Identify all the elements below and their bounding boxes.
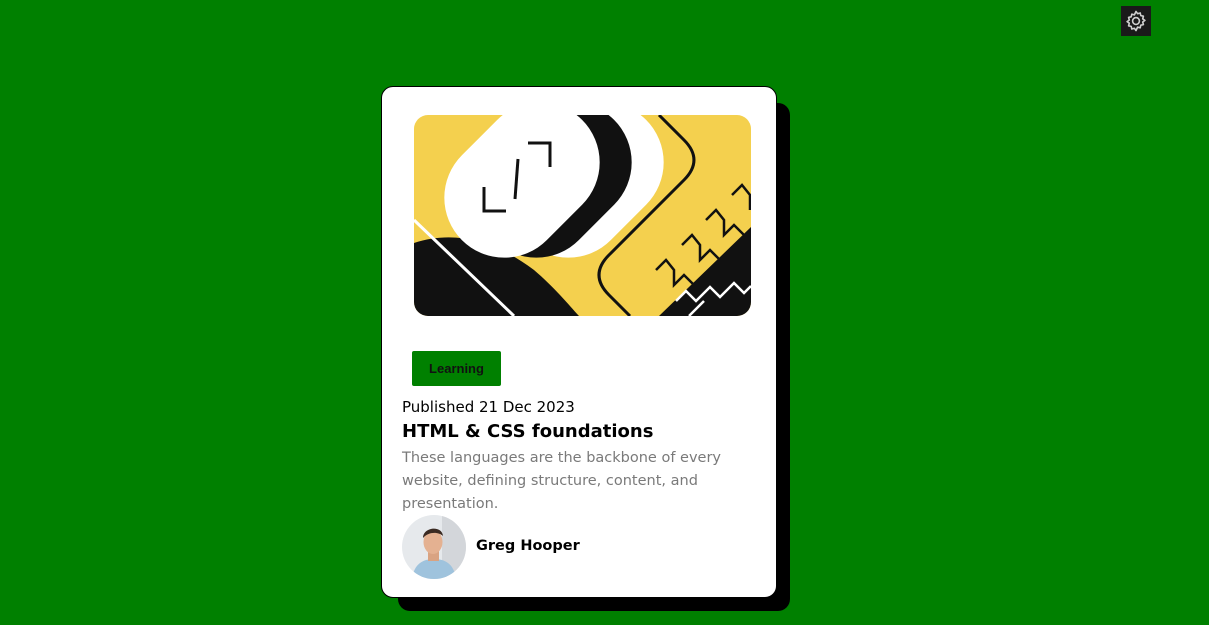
category-tag: Learning <box>412 351 501 386</box>
hero-illustration <box>414 115 751 316</box>
avatar <box>402 515 466 579</box>
settings-button[interactable] <box>1121 6 1151 36</box>
card-title[interactable]: HTML & CSS foundations <box>402 421 653 442</box>
blog-preview-card: Learning Published 21 Dec 2023 HTML & CS… <box>381 86 777 598</box>
card-description: These languages are the backbone of ever… <box>402 450 721 512</box>
author-name: Greg Hooper <box>476 538 580 554</box>
gear-icon <box>1126 10 1146 32</box>
published-date: Published 21 Dec 2023 <box>402 398 575 416</box>
